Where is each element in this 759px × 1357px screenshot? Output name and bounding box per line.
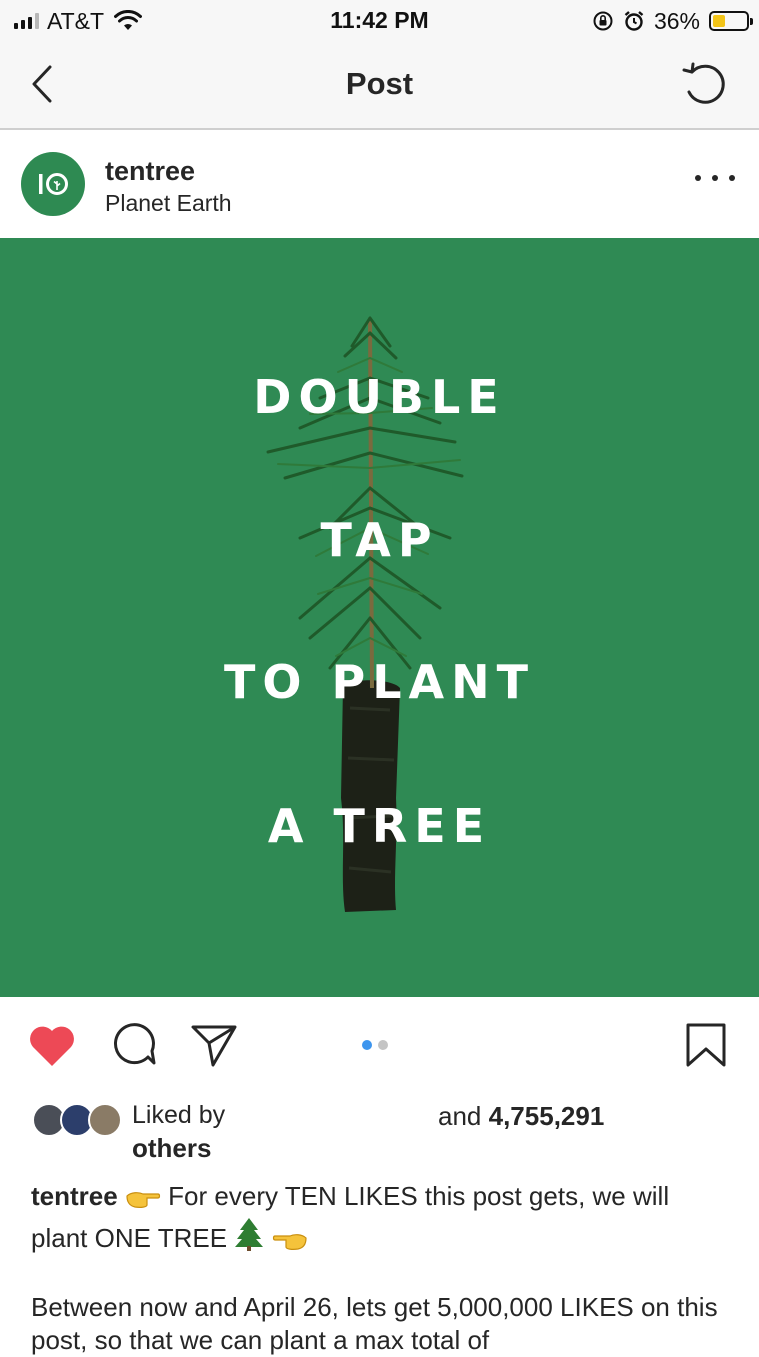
more-dot-icon (729, 175, 735, 181)
avatar[interactable] (21, 152, 85, 216)
battery-fill (713, 15, 725, 27)
liked-by-label: Liked by (132, 1101, 226, 1129)
liker-avatar (88, 1103, 122, 1137)
share-button[interactable] (186, 1019, 242, 1071)
comment-button[interactable] (106, 1019, 162, 1071)
send-icon (191, 1025, 237, 1067)
bookmark-icon (686, 1023, 726, 1067)
save-button[interactable] (678, 1019, 734, 1071)
headline-line-4: A TREE (267, 799, 492, 853)
post-image[interactable]: DOUBLE TAP TO PLANT A TREE (0, 238, 759, 997)
headline-line-1: DOUBLE (253, 370, 506, 424)
post-actions (0, 997, 759, 1093)
status-bar: AT&T 11:42 PM 36% (0, 0, 759, 44)
status-right: 36% (592, 7, 753, 35)
likes-number: 4,755,291 (488, 1101, 605, 1131)
more-dot-icon (695, 175, 701, 181)
comment-icon (114, 1023, 156, 1065)
and-label: and (438, 1101, 482, 1131)
likes-section: Liked by and 4,755,291 others (0, 1093, 759, 1173)
more-dot-icon (712, 175, 718, 181)
liker-avatars[interactable] (32, 1103, 122, 1139)
caption-paragraph: Between now and April 26, lets get 5,000… (31, 1292, 718, 1355)
carousel-indicator (362, 1040, 388, 1050)
nav-bar: Post (0, 44, 759, 130)
page-title: Post (345, 66, 414, 101)
carousel-dot (378, 1040, 388, 1050)
more-options-button[interactable] (695, 166, 735, 190)
caption-username[interactable]: tentree (31, 1181, 118, 1211)
headline-line-2: TAP (320, 513, 439, 567)
post-username[interactable]: tentree (105, 156, 195, 187)
likes-count[interactable]: and 4,755,291 (438, 1101, 604, 1132)
pine-seedling-illustration (266, 316, 464, 912)
battery-percent: 36% (653, 7, 700, 34)
refresh-icon (682, 62, 725, 104)
post-location[interactable]: Planet Earth (105, 190, 232, 217)
headline-line-3: TO PLANT (224, 655, 535, 709)
pointing-left-emoji-icon (272, 1226, 308, 1259)
carousel-dot (362, 1040, 372, 1050)
orientation-lock-icon (593, 11, 613, 31)
heart-icon (30, 1026, 74, 1066)
refresh-button[interactable] (677, 58, 733, 110)
alarm-icon (624, 11, 644, 31)
battery-icon (709, 11, 753, 31)
evergreen-tree-emoji-icon (234, 1217, 264, 1259)
like-button[interactable] (24, 1019, 80, 1071)
others-label[interactable]: others (132, 1133, 211, 1164)
pointing-right-emoji-icon (125, 1184, 161, 1217)
caption: tentree For every TEN LIKES this post ge… (31, 1180, 731, 1259)
tentree-logo-icon (39, 173, 68, 195)
post-header: tentree Planet Earth (0, 130, 759, 238)
